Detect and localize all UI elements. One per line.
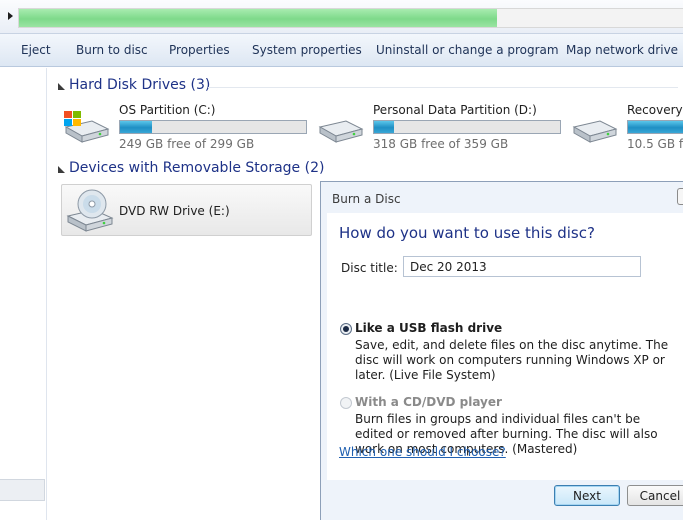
dialog-heading: How do you want to use this disc? — [339, 224, 595, 242]
drive-usage-fill — [120, 121, 152, 133]
usb-flash-radio[interactable] — [340, 323, 352, 335]
map-network-drive-button[interactable]: Map network drive — [566, 43, 678, 57]
burn-disc-dialog: Burn a Disc x How do you want to use thi… — [320, 181, 683, 520]
properties-button[interactable]: Properties — [169, 43, 230, 57]
drive-usage-fill — [628, 121, 683, 133]
close-button[interactable]: x — [677, 188, 683, 205]
drive-name: OS Partition (C:) — [119, 103, 216, 117]
drive-usage-bar — [119, 120, 307, 134]
windows-drive-icon — [64, 111, 110, 143]
address-bar — [0, 0, 683, 34]
hard-drive-icon — [318, 120, 364, 143]
drive-tile-dvd[interactable]: DVD RW Drive (E:) — [61, 184, 312, 236]
eject-button[interactable]: Eject — [21, 43, 51, 57]
drive-usage-fill — [374, 121, 395, 133]
group-title: Devices with Removable Storage (2) — [69, 160, 325, 176]
navigation-scroll-item[interactable] — [0, 479, 45, 501]
drive-tile-recovery[interactable]: Recovery P 10.5 GB fre — [570, 103, 683, 149]
disc-title-input[interactable] — [403, 256, 641, 277]
drive-name: DVD RW Drive (E:) — [119, 204, 230, 218]
collapse-triangle-icon[interactable] — [58, 166, 65, 173]
cancel-button[interactable]: Cancel — [627, 485, 683, 506]
next-button[interactable]: Next — [554, 485, 620, 506]
cd-dvd-player-radio[interactable] — [340, 397, 352, 409]
drive-free-space: 249 GB free of 299 GB — [119, 137, 255, 151]
drive-free-space: 10.5 GB fre — [627, 137, 683, 149]
drive-usage-bar — [627, 120, 683, 134]
expand-arrow-icon[interactable] — [8, 12, 13, 20]
disc-title-label: Disc title: — [341, 261, 398, 275]
drive-free-space: 318 GB free of 359 GB — [373, 137, 509, 151]
uninstall-program-button[interactable]: Uninstall or change a program — [376, 43, 559, 57]
dvd-drive-icon — [66, 189, 114, 232]
drive-tile-c[interactable]: OS Partition (C:) 249 GB free of 299 GB — [62, 103, 312, 151]
group-title: Hard Disk Drives (3) — [69, 77, 211, 93]
system-properties-button[interactable]: System properties — [252, 43, 362, 57]
usb-flash-option-title[interactable]: Like a USB flash drive — [355, 321, 502, 335]
cd-dvd-option-title[interactable]: With a CD/DVD player — [355, 395, 502, 409]
address-progress-fill — [19, 9, 498, 27]
drive-tile-d[interactable]: Personal Data Partition (D:) 318 GB free… — [316, 103, 566, 151]
drive-name: Personal Data Partition (D:) — [373, 103, 537, 117]
which-one-help-link[interactable]: Which one should I choose? — [339, 445, 506, 459]
hard-drive-icon — [572, 120, 618, 143]
collapse-triangle-icon[interactable] — [58, 83, 65, 90]
drive-usage-bar — [373, 120, 561, 134]
group-divider — [208, 87, 678, 88]
burn-to-disc-button[interactable]: Burn to disc — [76, 43, 148, 57]
dialog-body: How do you want to use this disc? Disc t… — [327, 213, 683, 480]
command-bar: Eject Burn to disc Properties System pro… — [0, 34, 683, 67]
group-header-removable[interactable]: Devices with Removable Storage (2) — [58, 160, 324, 180]
navigation-pane — [0, 68, 47, 520]
group-divider — [316, 170, 318, 171]
group-header-hard-disk[interactable]: Hard Disk Drives (3) — [58, 77, 678, 97]
usb-flash-option-desc: Save, edit, and delete files on the disc… — [355, 338, 669, 382]
dialog-title: Burn a Disc — [332, 192, 401, 206]
drive-name: Recovery P — [627, 103, 683, 117]
address-progress-field[interactable] — [18, 8, 683, 28]
